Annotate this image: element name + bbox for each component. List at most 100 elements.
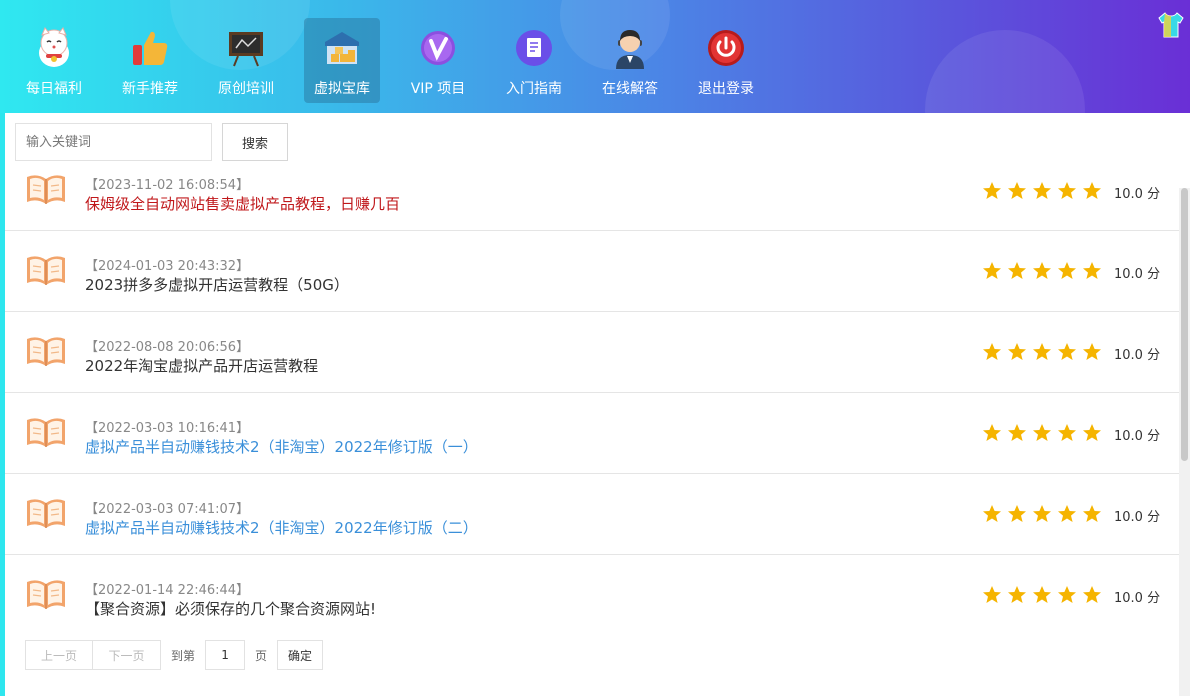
rating-stars (982, 342, 1102, 362)
list-item[interactable]: 【2022-03-03 07:41:07】 虚拟产品半自动赚钱技术2（非淘宝）2… (5, 474, 1179, 555)
item-title[interactable]: 虚拟产品半自动赚钱技术2（非淘宝）2022年修订版（二） (85, 517, 478, 538)
star-icon (1082, 342, 1102, 362)
book-icon (25, 577, 67, 611)
nav-item-vip[interactable]: VIP 项目 (390, 18, 486, 103)
next-page-button[interactable]: 下一页 (93, 640, 161, 670)
rating-stars (982, 585, 1102, 605)
list-item[interactable]: 【2023-11-02 16:08:54】 保姆级全自动网站售卖虚拟产品教程，日… (5, 168, 1179, 231)
book-icon (25, 253, 67, 287)
nav-label: 每日福利 (26, 81, 82, 97)
star-icon (1082, 181, 1102, 201)
star-icon (982, 181, 1002, 201)
item-title[interactable]: 2023拼多多虚拟开店运营教程（50G） (85, 274, 349, 295)
star-icon (1057, 585, 1077, 605)
nav-item-logout[interactable]: 退出登录 (678, 18, 774, 103)
page-unit-label: 页 (255, 648, 268, 663)
nav-item-online-answers[interactable]: 在线解答 (582, 18, 678, 103)
book-icon (25, 172, 67, 206)
star-icon (982, 423, 1002, 443)
scrollbar-thumb[interactable] (1181, 188, 1188, 461)
star-icon (1082, 261, 1102, 281)
rating-stars (982, 261, 1102, 281)
list-item[interactable]: 【2022-03-03 10:16:41】 虚拟产品半自动赚钱技术2（非淘宝）2… (5, 393, 1179, 474)
top-navigation-bar: 每日福利 新手推荐 原创培训 虚拟宝库 VIP 项目 入门指南 在线解答 退出登… (0, 0, 1190, 113)
nav-item-daily-welfare[interactable]: 每日福利 (6, 18, 102, 103)
prev-page-button[interactable]: 上一页 (25, 640, 93, 670)
page-number-input[interactable] (205, 640, 246, 670)
warehouse-icon (320, 26, 364, 70)
item-score: 10.0 分 (1114, 187, 1161, 202)
star-icon (1007, 423, 1027, 443)
item-score: 10.0 分 (1114, 348, 1161, 363)
star-icon (1057, 504, 1077, 524)
star-icon (982, 504, 1002, 524)
star-icon (1007, 585, 1027, 605)
pagination: 上一页 下一页 到第 页 确定 (25, 640, 324, 670)
star-icon (1007, 342, 1027, 362)
item-date: 【2022-03-03 10:16:41】 (85, 421, 250, 436)
star-icon (1032, 423, 1052, 443)
thumbs-up-icon (128, 26, 172, 70)
nav-label: VIP 项目 (410, 81, 466, 97)
nav-item-training[interactable]: 原创培训 (198, 18, 294, 103)
item-date: 【2023-11-02 16:08:54】 (85, 178, 250, 193)
item-date: 【2022-03-03 07:41:07】 (85, 502, 250, 517)
star-icon (1032, 504, 1052, 524)
goto-label: 到第 (171, 648, 196, 663)
nav-item-guide[interactable]: 入门指南 (486, 18, 582, 103)
item-date: 【2022-01-14 22:46:44】 (85, 583, 250, 598)
item-title[interactable]: 【聚合资源】必须保存的几个聚合资源网站! (85, 598, 376, 619)
nav-item-recommend[interactable]: 新手推荐 (102, 18, 198, 103)
star-icon (1032, 585, 1052, 605)
item-score: 10.0 分 (1114, 591, 1161, 606)
star-icon (1007, 504, 1027, 524)
item-title[interactable]: 虚拟产品半自动赚钱技术2（非淘宝）2022年修订版（一） (85, 436, 478, 457)
star-icon (982, 261, 1002, 281)
star-icon (1007, 181, 1027, 201)
resource-list: 【2023-11-02 16:08:54】 保姆级全自动网站售卖虚拟产品教程，日… (5, 168, 1179, 636)
scrollbar[interactable] (1179, 188, 1190, 696)
content-panel: 搜索 【2023-11-02 16:08:54】 保姆级全自动网站售卖虚拟产品教… (5, 113, 1190, 696)
rating-stars (982, 181, 1102, 201)
star-icon (1057, 181, 1077, 201)
item-score: 10.0 分 (1114, 510, 1161, 525)
theme-shirt-icon[interactable] (1156, 10, 1186, 40)
item-date: 【2024-01-03 20:43:32】 (85, 259, 250, 274)
list-item[interactable]: 【2024-01-03 20:43:32】 2023拼多多虚拟开店运营教程（50… (5, 231, 1179, 312)
rating-stars (982, 504, 1102, 524)
star-icon (1032, 342, 1052, 362)
list-item[interactable]: 【2022-08-08 20:06:56】 2022年淘宝虚拟产品开店运营教程 … (5, 312, 1179, 393)
search-button[interactable]: 搜索 (222, 123, 288, 161)
item-score: 10.0 分 (1114, 429, 1161, 444)
star-icon (982, 585, 1002, 605)
chalkboard-icon (224, 26, 268, 70)
star-icon (1032, 181, 1052, 201)
nav-label: 退出登录 (698, 81, 754, 97)
item-title[interactable]: 保姆级全自动网站售卖虚拟产品教程，日赚几百 (85, 193, 400, 214)
rating-stars (982, 423, 1102, 443)
item-date: 【2022-08-08 20:06:56】 (85, 340, 250, 355)
star-icon (982, 342, 1002, 362)
item-score: 10.0 分 (1114, 267, 1161, 282)
vip-icon (416, 26, 460, 70)
nav-label: 虚拟宝库 (314, 81, 370, 97)
lucky-cat-icon (32, 26, 76, 70)
list-item[interactable]: 【2022-01-14 22:46:44】 【聚合资源】必须保存的几个聚合资源网… (5, 555, 1179, 636)
book-icon (25, 415, 67, 449)
support-agent-icon (608, 26, 652, 70)
star-icon (1082, 504, 1102, 524)
nav-label: 入门指南 (506, 81, 562, 97)
nav-item-virtual-vault[interactable]: 虚拟宝库 (304, 18, 380, 103)
book-icon (25, 334, 67, 368)
nav-label: 原创培训 (218, 81, 274, 97)
confirm-page-button[interactable]: 确定 (277, 640, 324, 670)
star-icon (1057, 342, 1077, 362)
star-icon (1007, 261, 1027, 281)
nav-label: 在线解答 (602, 81, 658, 97)
search-input[interactable] (15, 123, 212, 161)
document-icon (512, 26, 556, 70)
star-icon (1082, 585, 1102, 605)
item-title[interactable]: 2022年淘宝虚拟产品开店运营教程 (85, 355, 318, 376)
star-icon (1082, 423, 1102, 443)
star-icon (1057, 423, 1077, 443)
